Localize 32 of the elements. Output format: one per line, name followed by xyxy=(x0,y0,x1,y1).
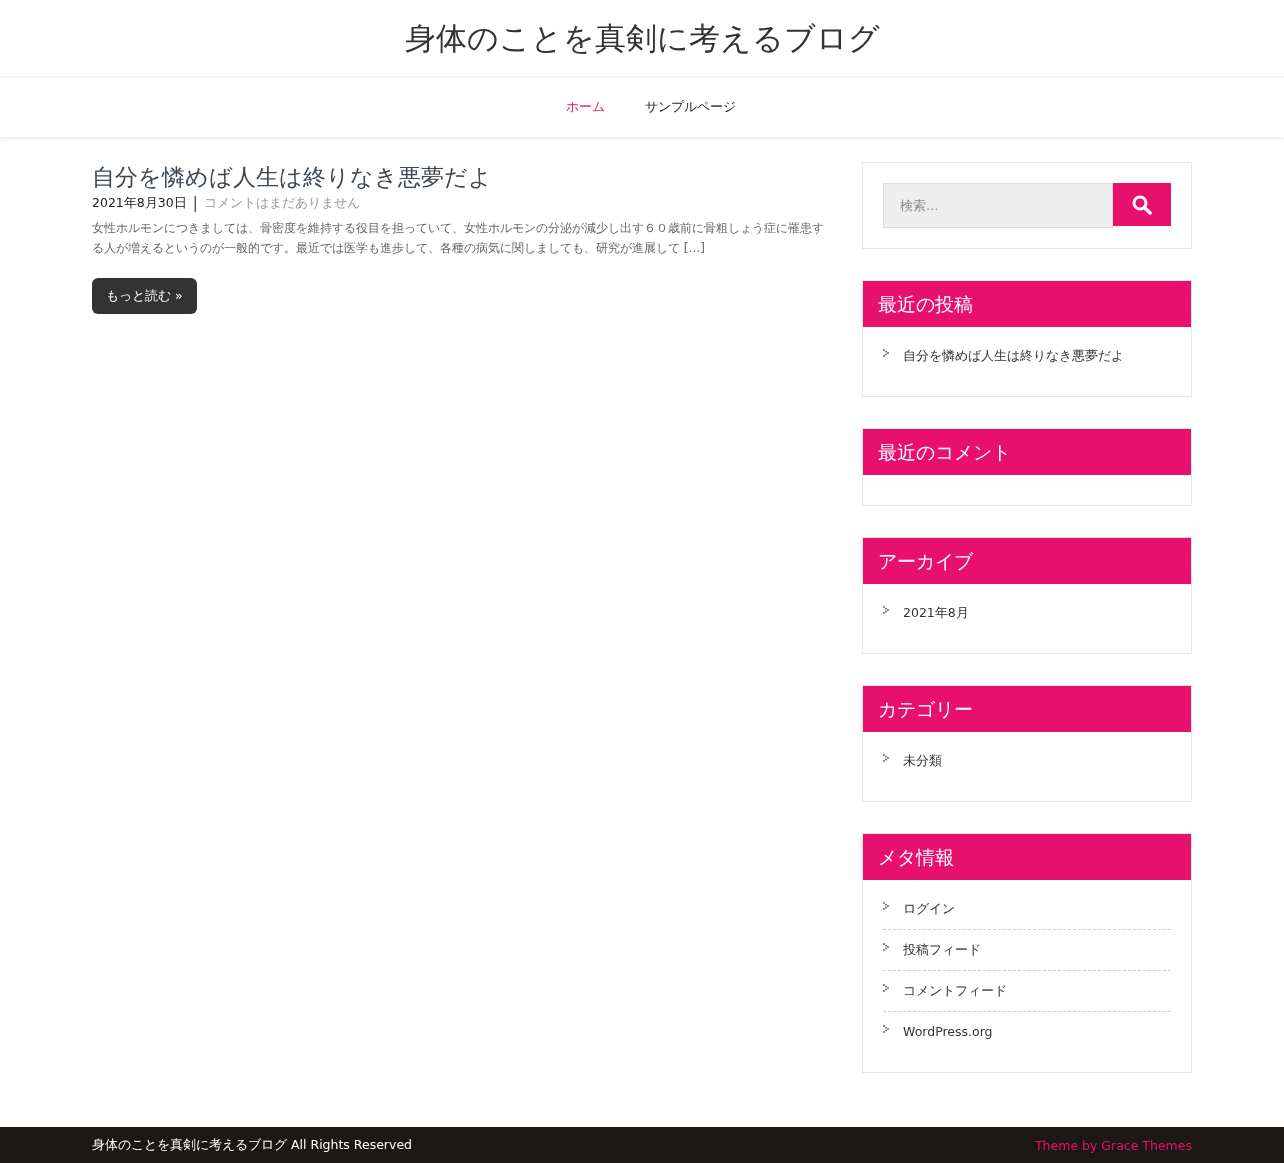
widget-title: 最近の投稿 xyxy=(863,281,1191,327)
meta-separator: | xyxy=(192,193,198,213)
widget-title: メタ情報 xyxy=(863,834,1191,880)
read-more-button[interactable]: もっと読む » xyxy=(92,278,197,314)
widget-link[interactable]: 未分類 xyxy=(903,751,942,771)
nav-link[interactable]: ホーム xyxy=(566,97,605,117)
widget-title: アーカイブ xyxy=(863,538,1191,584)
search-field[interactable]: 検索… xyxy=(883,183,1113,228)
nav-link[interactable]: サンプルページ xyxy=(645,97,736,117)
post-excerpt: 女性ホルモンにつきましては、骨密度を維持する役目を担っていて、女性ホルモンの分泌が減少し出す６０歳前に骨粗しょう症に罹患する人が増えるというのが一般的です。最近では医学も進歩して、各種の病気に関しましても、研究が進展して […] xyxy=(92,220,825,257)
post-title[interactable]: 自分を憐めば人生は終りなき悪夢だよ xyxy=(92,162,832,192)
widget-link[interactable]: WordPress.org xyxy=(903,1022,993,1042)
copyright-text: 身体のことを真剣に考えるブログ All Rights Reserved xyxy=(92,1136,413,1154)
widget-title: 最近のコメント xyxy=(863,429,1191,475)
chevron-icon xyxy=(883,1025,889,1033)
widget-link[interactable]: コメントフィード xyxy=(903,981,1007,1001)
chevron-icon xyxy=(883,349,889,357)
widget-link[interactable]: 投稿フィード xyxy=(903,940,981,960)
widget-link[interactable]: 2021年8月 xyxy=(903,603,969,623)
chevron-icon xyxy=(883,606,889,614)
chevron-icon xyxy=(883,754,889,762)
post-date: 2021年8月30日 xyxy=(92,194,187,212)
search-button[interactable] xyxy=(1113,183,1171,226)
widget-link[interactable]: ログイン xyxy=(903,899,955,919)
theme-credit-link[interactable]: Theme by Grace Themes xyxy=(1034,1137,1192,1153)
chevron-icon xyxy=(883,902,889,910)
chevron-icon xyxy=(883,943,889,951)
site-title[interactable]: 身体のことを真剣に考えるブログ xyxy=(404,18,880,58)
widget-title: カテゴリー xyxy=(863,686,1191,732)
widget-link[interactable]: 自分を憐めば人生は終りなき悪夢だよ xyxy=(903,346,1124,366)
chevron-icon xyxy=(883,984,889,992)
search-icon xyxy=(1132,194,1152,215)
